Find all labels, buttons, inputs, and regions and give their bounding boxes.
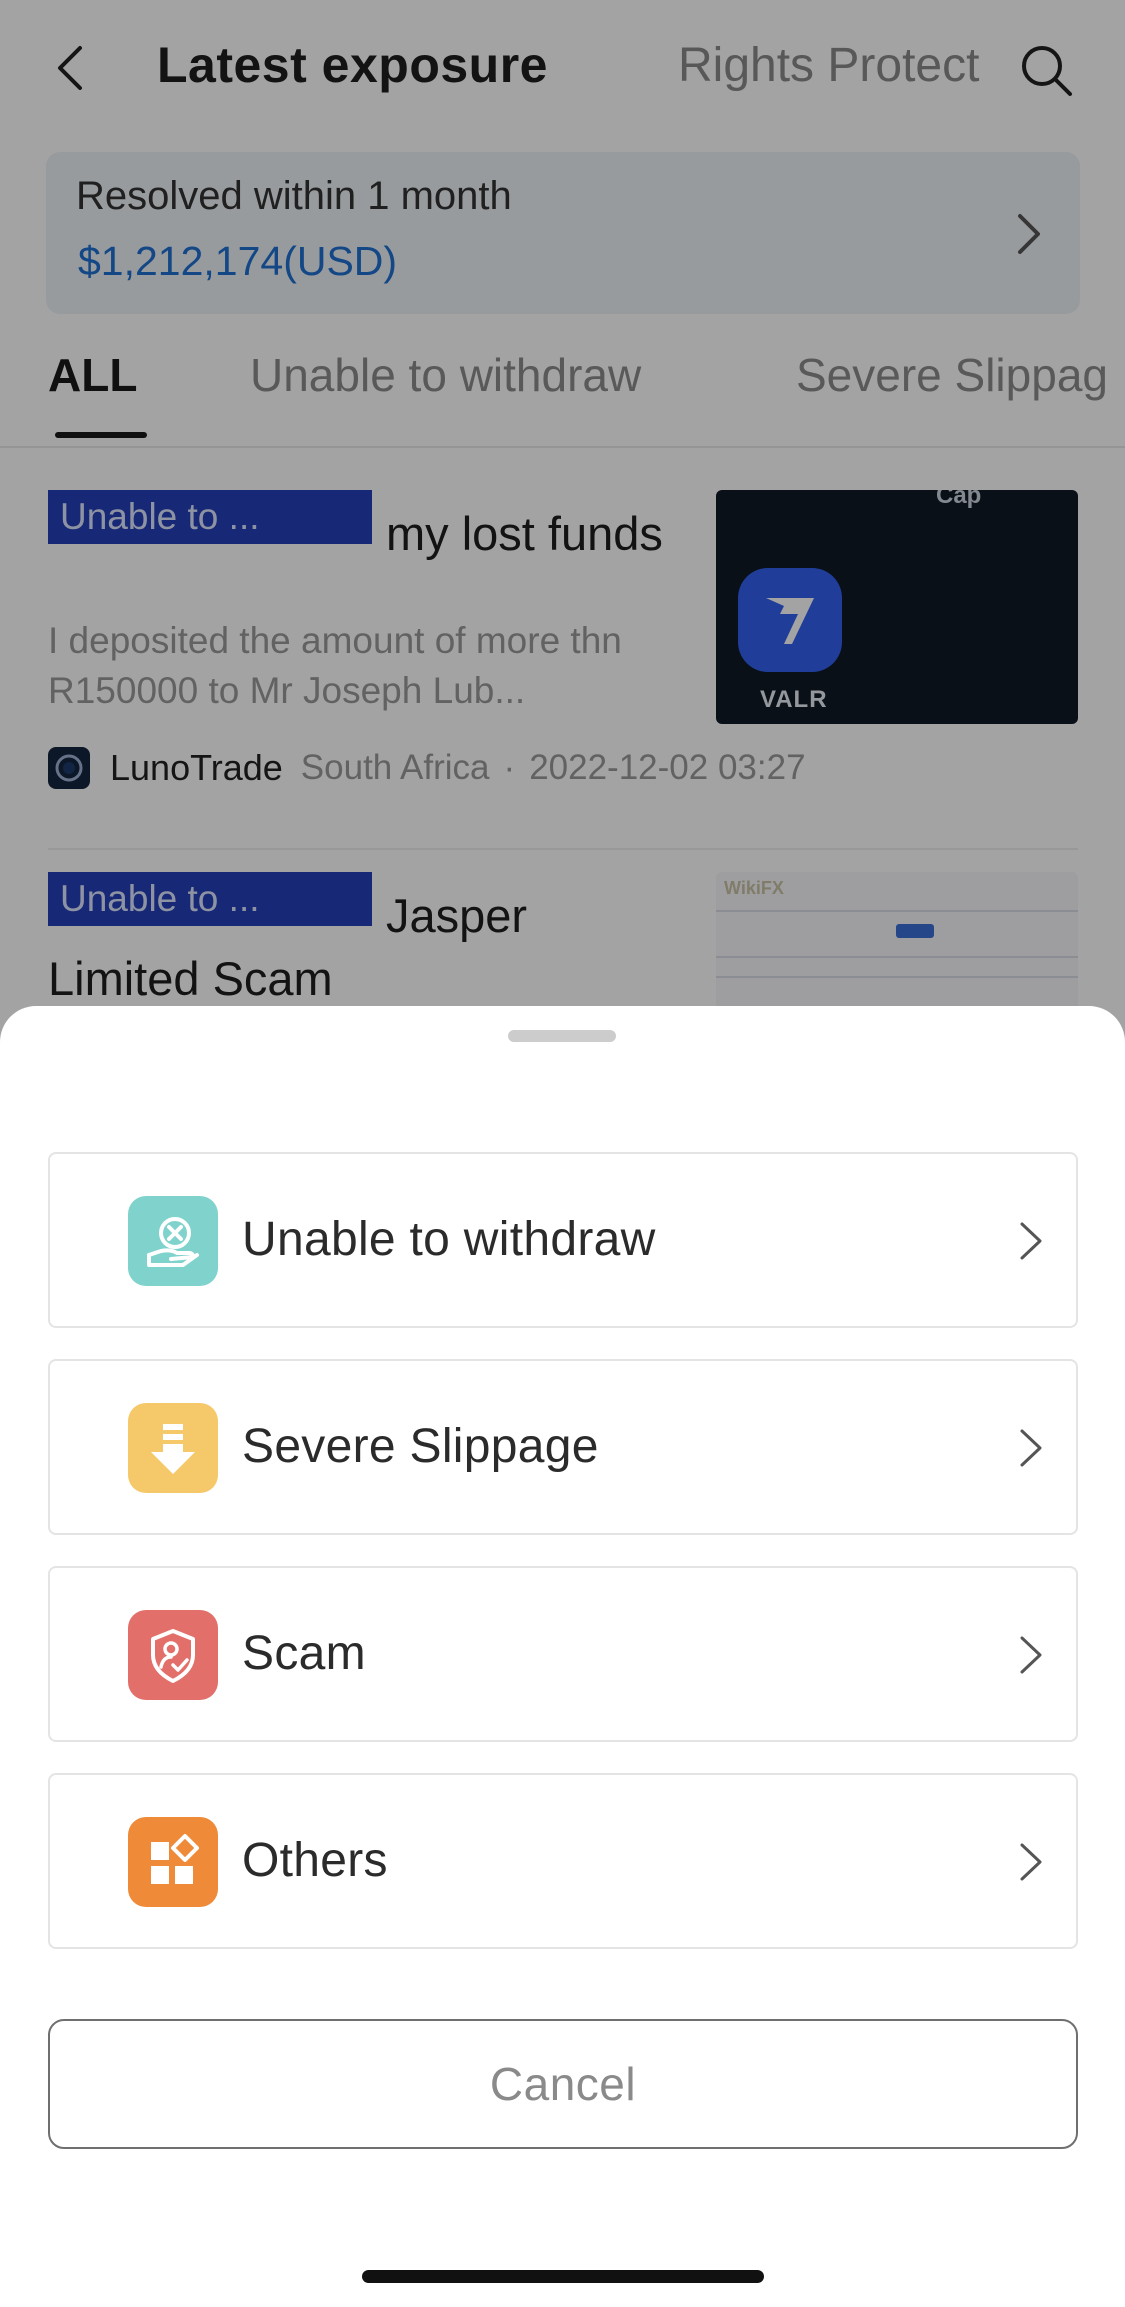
option-label: Unable to withdraw — [242, 1213, 656, 1266]
grid-diamond-icon — [128, 1817, 218, 1907]
option-label: Others — [242, 1834, 388, 1887]
option-severe-slippage[interactable]: Severe Slippage — [48, 1359, 1078, 1535]
chevron-right-icon — [1020, 1429, 1042, 1467]
shield-person-icon — [128, 1610, 218, 1700]
cancel-button[interactable]: Cancel — [48, 2019, 1078, 2149]
download-arrow-icon — [128, 1403, 218, 1493]
option-others[interactable]: Others — [48, 1773, 1078, 1949]
option-label: Scam — [242, 1627, 366, 1680]
chevron-right-icon — [1020, 1843, 1042, 1881]
home-indicator — [362, 2270, 764, 2283]
chevron-right-icon — [1020, 1222, 1042, 1260]
category-bottom-sheet: Unable to withdraw Severe Slippage Scam … — [0, 1006, 1125, 2307]
option-scam[interactable]: Scam — [48, 1566, 1078, 1742]
option-unable-to-withdraw[interactable]: Unable to withdraw — [48, 1152, 1078, 1328]
option-label: Severe Slippage — [242, 1420, 599, 1473]
hand-x-icon — [128, 1196, 218, 1286]
sheet-drag-handle[interactable] — [508, 1030, 616, 1042]
chevron-right-icon — [1020, 1636, 1042, 1674]
